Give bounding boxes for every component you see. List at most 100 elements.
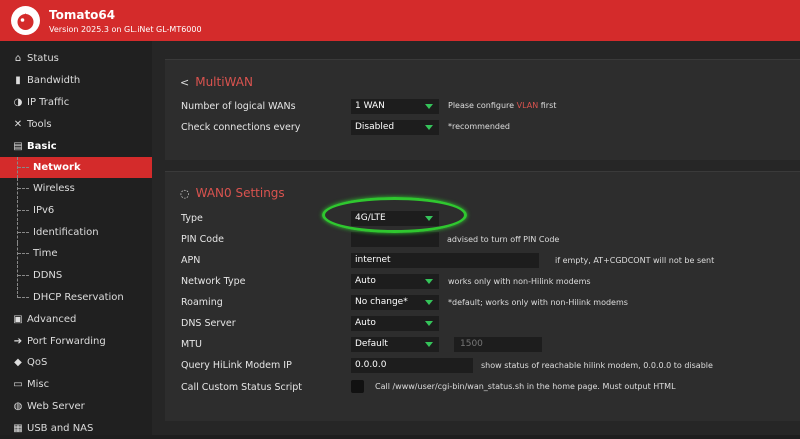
network-type-note: works only with non-Hilink modems (448, 277, 591, 286)
sidebar-item-tools[interactable]: ✕ Tools (0, 114, 152, 135)
sidebar-subitem-label: DDNS (33, 270, 63, 281)
tree-connector (17, 265, 29, 286)
check-connections-select[interactable]: Disabled (351, 120, 439, 135)
mtu-select[interactable]: Default (351, 337, 439, 352)
wan0-settings-title: ◌ WAN0 Settings (180, 186, 285, 200)
sidebar-item-label: Basic (27, 141, 57, 152)
bar-chart-icon: ▮ (15, 75, 21, 86)
globe-icon: ◍ (13, 401, 23, 412)
vlan-link[interactable]: VLAN (517, 101, 539, 110)
sidebar-subitem-network[interactable]: Network (0, 157, 161, 178)
sidebar-item-bandwidth[interactable]: ▮ Bandwidth (0, 70, 152, 91)
dropdown-arrow-icon (425, 279, 433, 284)
qos-icon: ◆ (14, 357, 22, 368)
sidebar-subitem-wireless[interactable]: Wireless (0, 178, 152, 199)
multiwan-title: < MultiWAN (180, 75, 253, 89)
mtu-input[interactable]: 1500 (454, 337, 542, 352)
sidebar-subitem-label: IPv6 (33, 205, 55, 216)
sidebar-subitem-label: Time (33, 248, 58, 259)
sidebar-item-label: Bandwidth (27, 75, 81, 86)
sidebar-item-label: Tools (27, 119, 52, 130)
main-content: < MultiWAN Number of logical WANs 1 WAN P… (152, 41, 800, 435)
status-script-checkbox[interactable] (351, 380, 364, 393)
dropdown-arrow-icon (425, 104, 433, 109)
check-connections-note: *recommended (448, 122, 510, 131)
tree-connector (17, 222, 29, 243)
sidebar-item-label: Web Server (27, 401, 85, 412)
sidebar-item-status[interactable]: ⌂ Status (0, 48, 152, 69)
sidebar-item-advanced[interactable]: ▣ Advanced (0, 309, 152, 330)
wan-count-note: Please configure VLAN first (448, 101, 557, 110)
dns-server-select[interactable]: Auto (351, 316, 439, 331)
apn-note: if empty, AT+CGDCONT will not be sent (555, 256, 715, 265)
apn-input[interactable]: internet (351, 253, 539, 268)
roaming-select[interactable]: No change* (351, 295, 439, 310)
type-label: Type (181, 213, 203, 224)
misc-icon: ▭ (13, 379, 23, 390)
sidebar-subitem-label: DHCP Reservation (33, 292, 124, 303)
highlight-ellipse (322, 197, 467, 233)
network-type-label: Network Type (181, 276, 246, 287)
sidebar-item-ip-traffic[interactable]: ◑ IP Traffic (0, 92, 152, 113)
hilink-ip-input[interactable]: 0.0.0.0 (351, 358, 473, 373)
pin-code-input[interactable] (351, 232, 439, 247)
sidebar-subitem-label: Wireless (33, 183, 75, 194)
server-icon: ▤ (13, 141, 23, 152)
roaming-label: Roaming (181, 297, 223, 308)
dropdown-arrow-icon (425, 321, 433, 326)
version-text: Version 2025.3 on GL.iNet GL-MT6000 (49, 25, 202, 34)
brand-title: Tomato64 (49, 8, 116, 22)
sidebar-item-label: USB and NAS (27, 423, 94, 434)
share-icon: < (180, 76, 190, 89)
sidebar-item-usb-and-nas[interactable]: ▦ USB and NAS (0, 418, 152, 439)
dropdown-arrow-icon (425, 300, 433, 305)
dropdown-arrow-icon (425, 125, 433, 130)
sidebar-item-web-server[interactable]: ◍ Web Server (0, 396, 152, 417)
sidebar-item-port-forwarding[interactable]: ➔ Port Forwarding (0, 331, 152, 352)
usb-icon: ▦ (13, 423, 23, 434)
sidebar-subitem-label: Network (33, 162, 81, 173)
check-connections-label: Check connections every (181, 122, 301, 133)
sidebar-subitem-ddns[interactable]: DDNS (0, 265, 152, 286)
hilink-ip-note: show status of reachable hilink modem, 0… (481, 361, 713, 370)
sidebar-subitem-identification[interactable]: Identification (0, 222, 152, 243)
tree-connector (17, 178, 29, 199)
wan-count-select[interactable]: 1 WAN (351, 99, 439, 114)
status-script-label: Call Custom Status Script (181, 382, 303, 393)
dns-server-label: DNS Server (181, 318, 236, 329)
sidebar-item-label: Advanced (27, 314, 77, 325)
sidebar-item-label: Status (27, 53, 59, 64)
sidebar-item-label: QoS (27, 357, 48, 368)
sidebar-subitem-dhcp-reservation[interactable]: DHCP Reservation (0, 287, 152, 308)
sidebar-item-misc[interactable]: ▭ Misc (0, 374, 152, 395)
status-script-note: Call /www/user/cgi-bin/wan_status.sh in … (375, 382, 676, 391)
wan-count-label: Number of logical WANs (181, 101, 296, 112)
sidebar-item-label: Port Forwarding (27, 336, 106, 347)
sidebar: ⌂ Status ▮ Bandwidth ◑ IP Traffic ✕ Tool… (0, 41, 161, 435)
tools-icon: ✕ (13, 119, 23, 130)
roaming-note: *default; works only with non-Hilink mod… (448, 298, 628, 307)
tomato-logo-icon (11, 6, 40, 35)
sidebar-item-qos[interactable]: ◆ QoS (0, 352, 152, 373)
tree-connector (17, 157, 29, 178)
advanced-icon: ▣ (13, 314, 23, 325)
mtu-label: MTU (181, 339, 202, 350)
tree-connector (17, 243, 29, 264)
sidebar-subitem-time[interactable]: Time (0, 243, 152, 264)
sidebar-subitem-ipv6[interactable]: IPv6 (0, 200, 152, 221)
spinner-icon: ◌ (180, 187, 190, 200)
top-header: Tomato64 Version 2025.3 on GL.iNet GL-MT… (0, 0, 800, 41)
sidebar-item-basic[interactable]: ▤ Basic (0, 136, 152, 157)
sidebar-item-label: Misc (27, 379, 50, 390)
pin-code-label: PIN Code (181, 234, 224, 245)
tree-connector (17, 287, 29, 298)
pin-code-note: advised to turn off PIN Code (447, 235, 560, 244)
network-type-select[interactable]: Auto (351, 274, 439, 289)
sidebar-subitem-label: Identification (33, 227, 99, 238)
hilink-ip-label: Query HiLink Modem IP (181, 360, 292, 371)
sidebar-item-label: IP Traffic (27, 97, 70, 108)
multiwan-panel: < MultiWAN Number of logical WANs 1 WAN P… (165, 59, 800, 160)
port-forwarding-icon: ➔ (13, 336, 23, 347)
home-icon: ⌂ (14, 53, 22, 64)
apn-label: APN (181, 255, 201, 266)
